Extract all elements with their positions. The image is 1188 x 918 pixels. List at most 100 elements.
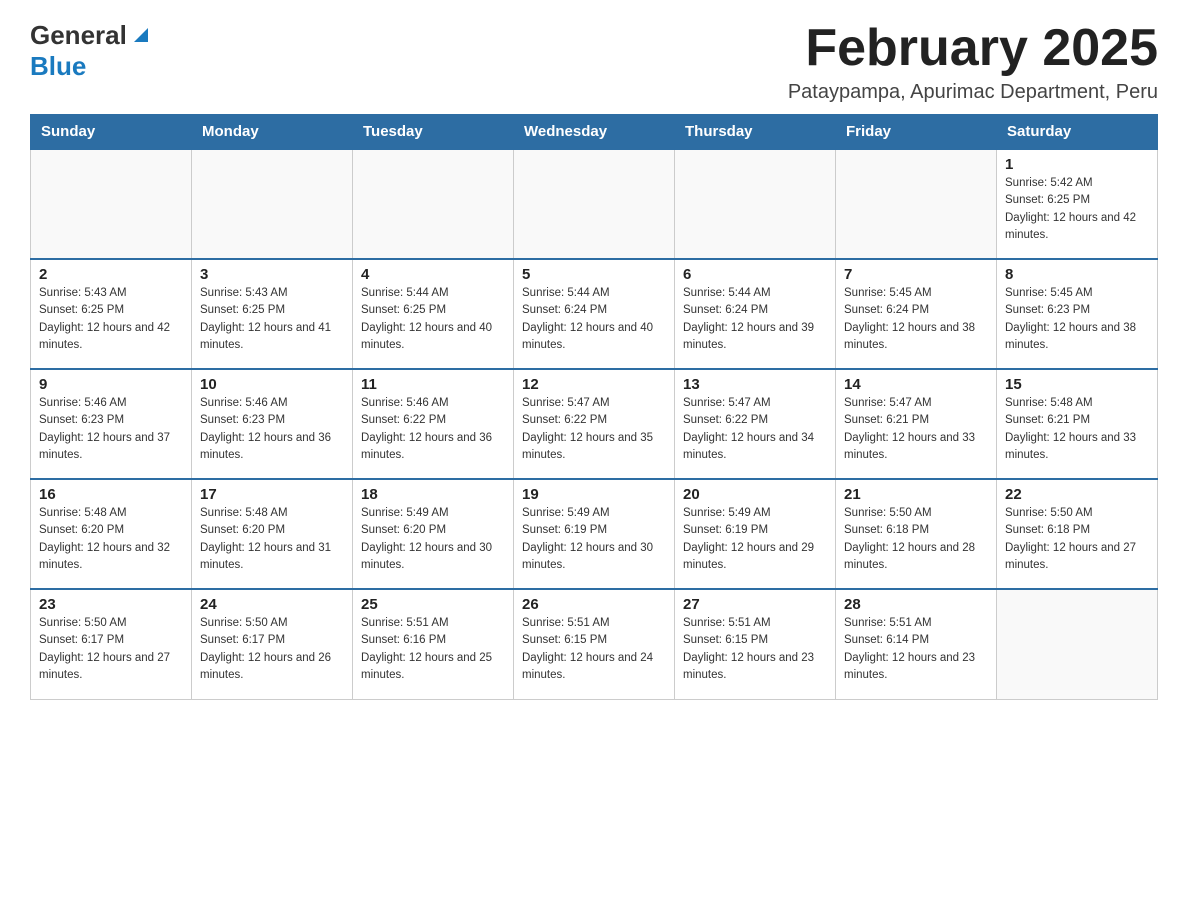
col-tuesday: Tuesday: [353, 115, 514, 150]
col-monday: Monday: [192, 115, 353, 150]
logo-triangle-icon: [130, 24, 152, 46]
day-info: Sunrise: 5:44 AMSunset: 6:24 PMDaylight:…: [683, 285, 827, 354]
calendar-cell: 15 Sunrise: 5:48 AMSunset: 6:21 PMDayligh…: [997, 369, 1158, 479]
day-info: Sunrise: 5:49 AMSunset: 6:20 PMDaylight:…: [361, 505, 505, 574]
calendar-cell: 10 Sunrise: 5:46 AMSunset: 6:23 PMDayligh…: [192, 369, 353, 479]
calendar-cell: 5Sunrise: 5:44 AMSunset: 6:24 PMDaylight…: [514, 259, 675, 369]
location-title: Pataypampa, Apurimac Department, Peru: [788, 81, 1158, 104]
day-number: 18: [361, 486, 505, 503]
day-info: Sunrise: 5:48 AMSunset: 6:21 PMDaylight:…: [1005, 395, 1149, 464]
day-number: 7: [844, 266, 988, 283]
day-info: Sunrise: 5:47 AMSunset: 6:22 PMDaylight:…: [683, 395, 827, 464]
logo: General Blue: [30, 20, 152, 82]
calendar-table: Sunday Monday Tuesday Wednesday Thursday…: [30, 114, 1158, 700]
day-number: 19: [522, 486, 666, 503]
day-number: 20: [683, 486, 827, 503]
calendar-week-row: 9 Sunrise: 5:46 AMSunset: 6:23 PMDaylight…: [31, 369, 1158, 479]
day-info: Sunrise: 5:46 AMSunset: 6:23 PMDaylight:…: [200, 395, 344, 464]
calendar-cell: 16 Sunrise: 5:48 AMSunset: 6:20 PMDayligh…: [31, 479, 192, 589]
day-number: 11: [361, 376, 505, 393]
day-number: 26: [522, 596, 666, 613]
col-saturday: Saturday: [997, 115, 1158, 150]
day-number: 2: [39, 266, 183, 283]
calendar-cell: 18 Sunrise: 5:49 AMSunset: 6:20 PMDayligh…: [353, 479, 514, 589]
calendar-cell: [836, 149, 997, 259]
day-info: Sunrise: 5:46 AMSunset: 6:22 PMDaylight:…: [361, 395, 505, 464]
calendar-cell: 20 Sunrise: 5:49 AMSunset: 6:19 PMDayligh…: [675, 479, 836, 589]
calendar-cell: [353, 149, 514, 259]
day-info: Sunrise: 5:42 AMSunset: 6:25 PMDaylight:…: [1005, 175, 1149, 244]
calendar-week-row: 1 Sunrise: 5:42 AMSunset: 6:25 PMDaylight…: [31, 149, 1158, 259]
calendar-cell: [192, 149, 353, 259]
day-info: Sunrise: 5:51 AMSunset: 6:15 PMDaylight:…: [522, 615, 666, 684]
day-info: Sunrise: 5:43 AMSunset: 6:25 PMDaylight:…: [200, 285, 344, 354]
day-info: Sunrise: 5:44 AMSunset: 6:25 PMDaylight:…: [361, 285, 505, 354]
calendar-cell: 21Sunrise: 5:50 AMSunset: 6:18 PMDayligh…: [836, 479, 997, 589]
calendar-cell: [514, 149, 675, 259]
day-info: Sunrise: 5:50 AMSunset: 6:18 PMDaylight:…: [844, 505, 988, 574]
calendar-cell: 8Sunrise: 5:45 AMSunset: 6:23 PMDaylight…: [997, 259, 1158, 369]
calendar-cell: [31, 149, 192, 259]
calendar-cell: 25 Sunrise: 5:51 AMSunset: 6:16 PMDayligh…: [353, 589, 514, 699]
calendar-week-row: 23 Sunrise: 5:50 AMSunset: 6:17 PMDayligh…: [31, 589, 1158, 699]
day-number: 14: [844, 376, 988, 393]
day-number: 1: [1005, 156, 1149, 173]
calendar-cell: 19 Sunrise: 5:49 AMSunset: 6:19 PMDayligh…: [514, 479, 675, 589]
calendar-cell: 3 Sunrise: 5:43 AMSunset: 6:25 PMDaylight…: [192, 259, 353, 369]
title-block: February 2025 Pataypampa, Apurimac Depar…: [788, 20, 1158, 104]
calendar-cell: 13Sunrise: 5:47 AMSunset: 6:22 PMDayligh…: [675, 369, 836, 479]
calendar-header-row: Sunday Monday Tuesday Wednesday Thursday…: [31, 115, 1158, 150]
calendar-cell: 24 Sunrise: 5:50 AMSunset: 6:17 PMDayligh…: [192, 589, 353, 699]
day-number: 4: [361, 266, 505, 283]
calendar-cell: [997, 589, 1158, 699]
day-number: 10: [200, 376, 344, 393]
day-number: 5: [522, 266, 666, 283]
calendar-cell: 28Sunrise: 5:51 AMSunset: 6:14 PMDayligh…: [836, 589, 997, 699]
col-wednesday: Wednesday: [514, 115, 675, 150]
day-number: 15: [1005, 376, 1149, 393]
calendar-week-row: 2 Sunrise: 5:43 AMSunset: 6:25 PMDaylight…: [31, 259, 1158, 369]
day-info: Sunrise: 5:51 AMSunset: 6:16 PMDaylight:…: [361, 615, 505, 684]
day-number: 12: [522, 376, 666, 393]
day-info: Sunrise: 5:48 AMSunset: 6:20 PMDaylight:…: [200, 505, 344, 574]
calendar-cell: 17 Sunrise: 5:48 AMSunset: 6:20 PMDayligh…: [192, 479, 353, 589]
calendar-cell: 4 Sunrise: 5:44 AMSunset: 6:25 PMDaylight…: [353, 259, 514, 369]
day-number: 22: [1005, 486, 1149, 503]
day-number: 28: [844, 596, 988, 613]
day-number: 9: [39, 376, 183, 393]
calendar-cell: [675, 149, 836, 259]
logo-general-text: General: [30, 20, 127, 51]
calendar-cell: 6 Sunrise: 5:44 AMSunset: 6:24 PMDaylight…: [675, 259, 836, 369]
col-friday: Friday: [836, 115, 997, 150]
day-info: Sunrise: 5:50 AMSunset: 6:17 PMDaylight:…: [200, 615, 344, 684]
day-number: 16: [39, 486, 183, 503]
calendar-cell: 9 Sunrise: 5:46 AMSunset: 6:23 PMDaylight…: [31, 369, 192, 479]
calendar-cell: 7 Sunrise: 5:45 AMSunset: 6:24 PMDaylight…: [836, 259, 997, 369]
day-number: 6: [683, 266, 827, 283]
day-info: Sunrise: 5:47 AMSunset: 6:22 PMDaylight:…: [522, 395, 666, 464]
day-number: 25: [361, 596, 505, 613]
month-title: February 2025: [788, 20, 1158, 77]
day-info: Sunrise: 5:49 AMSunset: 6:19 PMDaylight:…: [522, 505, 666, 574]
calendar-cell: 22 Sunrise: 5:50 AMSunset: 6:18 PMDayligh…: [997, 479, 1158, 589]
col-sunday: Sunday: [31, 115, 192, 150]
day-info: Sunrise: 5:50 AMSunset: 6:18 PMDaylight:…: [1005, 505, 1149, 574]
day-number: 27: [683, 596, 827, 613]
page-header: General Blue February 2025 Pataypampa, A…: [30, 20, 1158, 104]
day-info: Sunrise: 5:45 AMSunset: 6:24 PMDaylight:…: [844, 285, 988, 354]
day-number: 3: [200, 266, 344, 283]
day-info: Sunrise: 5:45 AMSunset: 6:23 PMDaylight:…: [1005, 285, 1149, 354]
day-info: Sunrise: 5:49 AMSunset: 6:19 PMDaylight:…: [683, 505, 827, 574]
day-info: Sunrise: 5:48 AMSunset: 6:20 PMDaylight:…: [39, 505, 183, 574]
calendar-cell: 23 Sunrise: 5:50 AMSunset: 6:17 PMDayligh…: [31, 589, 192, 699]
day-number: 17: [200, 486, 344, 503]
day-number: 24: [200, 596, 344, 613]
calendar-cell: 14 Sunrise: 5:47 AMSunset: 6:21 PMDayligh…: [836, 369, 997, 479]
day-info: Sunrise: 5:50 AMSunset: 6:17 PMDaylight:…: [39, 615, 183, 684]
day-info: Sunrise: 5:46 AMSunset: 6:23 PMDaylight:…: [39, 395, 183, 464]
calendar-cell: 27Sunrise: 5:51 AMSunset: 6:15 PMDayligh…: [675, 589, 836, 699]
calendar-cell: 12 Sunrise: 5:47 AMSunset: 6:22 PMDayligh…: [514, 369, 675, 479]
day-info: Sunrise: 5:43 AMSunset: 6:25 PMDaylight:…: [39, 285, 183, 354]
day-info: Sunrise: 5:47 AMSunset: 6:21 PMDaylight:…: [844, 395, 988, 464]
day-number: 23: [39, 596, 183, 613]
